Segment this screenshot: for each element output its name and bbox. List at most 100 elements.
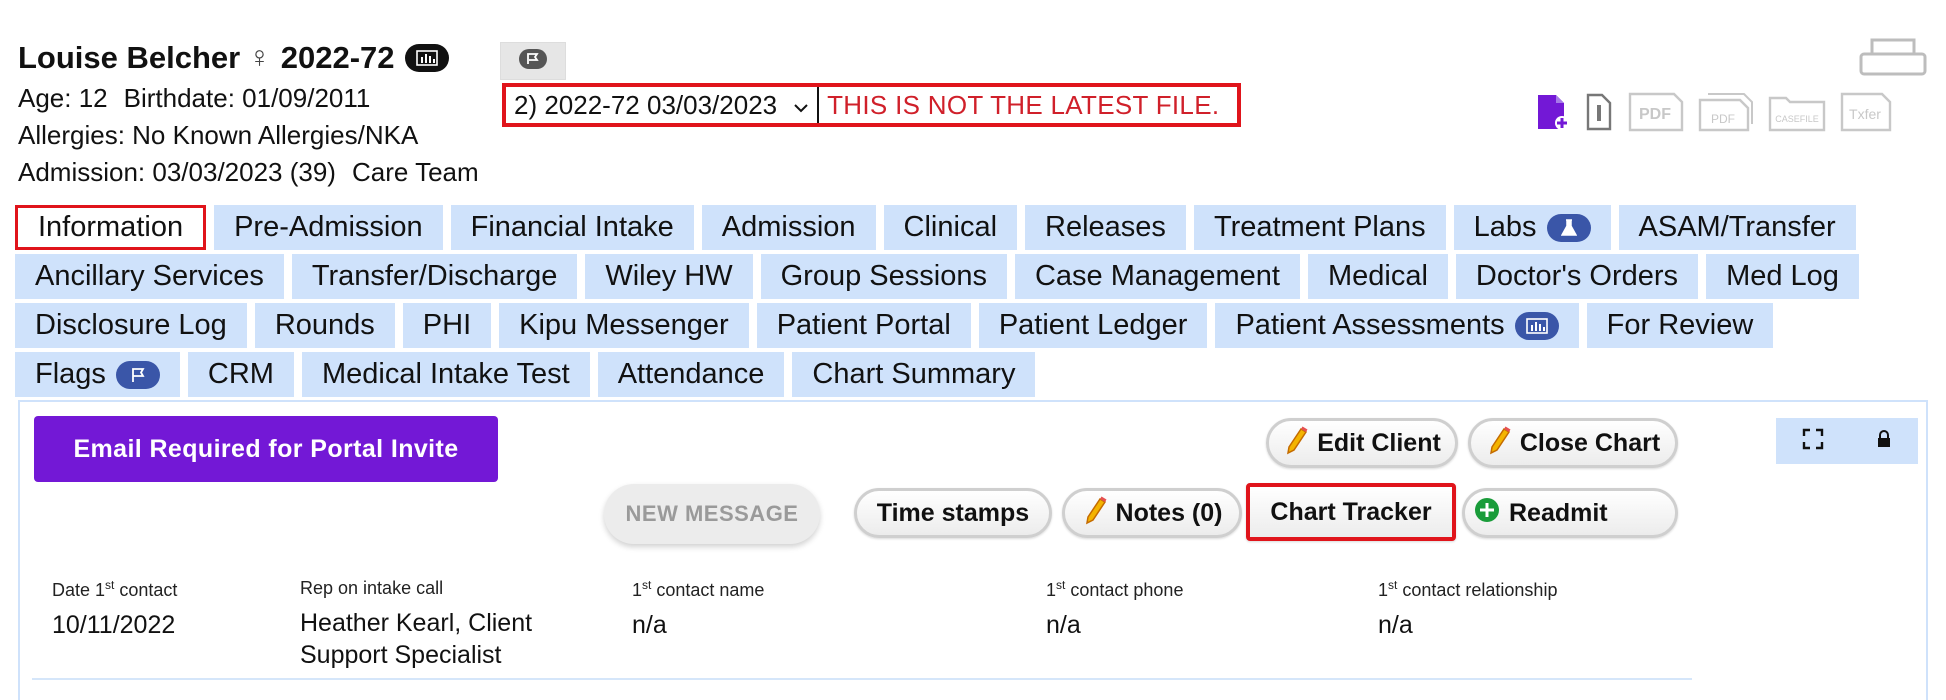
pdf-icon[interactable]: PDF <box>1628 92 1684 132</box>
flag-icon <box>518 48 548 75</box>
chart-tabs: Information Pre-Admission Financial Inta… <box>15 205 1915 401</box>
file-selector[interactable]: 2) 2022-72 03/03/2023 THIS IS NOT THE LA… <box>502 83 1242 127</box>
add-document-icon[interactable] <box>1536 93 1570 131</box>
casefile-icon-label: CASEFILE <box>1775 114 1819 124</box>
tab-rounds[interactable]: Rounds <box>254 303 395 348</box>
file-dropdown-value: 2) 2022-72 03/03/2023 <box>514 89 778 120</box>
tab-wiley-hw[interactable]: Wiley HW <box>585 254 753 299</box>
tab-med-log[interactable]: Med Log <box>1706 254 1859 299</box>
email-required-button[interactable]: Email Required for Portal Invite <box>34 416 498 482</box>
chart-tracker-button[interactable]: Chart Tracker <box>1246 483 1456 541</box>
tab-pre-admission[interactable]: Pre-Admission <box>214 205 443 250</box>
patient-allergies: Allergies: No Known Allergies/NKA <box>18 120 419 150</box>
tab-row-4: Flags CRM Medical Intake Test Attendance… <box>15 352 1915 397</box>
pencil-icon <box>1486 425 1512 462</box>
patient-admission: Admission: 03/03/2023 (39) <box>18 157 336 187</box>
divider <box>32 678 1692 680</box>
tab-releases[interactable]: Releases <box>1025 205 1186 250</box>
close-chart-label: Close Chart <box>1519 428 1661 457</box>
patient-header: Louise Belcher ♀ 2022-72 Age: 12 Birthdat… <box>18 36 479 191</box>
tab-phi[interactable]: PHI <box>402 303 492 348</box>
patient-name: Louise Belcher <box>18 40 241 75</box>
chevron-down-icon <box>793 90 809 121</box>
patient-birthdate: Birthdate: 01/09/2011 <box>123 83 371 113</box>
tab-for-review[interactable]: For Review <box>1586 303 1774 348</box>
time-stamps-button[interactable]: Time stamps <box>854 488 1052 538</box>
printer-icon[interactable] <box>1858 38 1928 83</box>
pencil-icon <box>1082 495 1108 532</box>
pdf-icon-label: PDF <box>1639 106 1671 123</box>
flag-button[interactable] <box>500 42 566 80</box>
transfer-icon-label: Txfer <box>1849 106 1881 122</box>
tab-medical-intake-test[interactable]: Medical Intake Test <box>301 352 590 397</box>
tab-information[interactable]: Information <box>15 205 207 250</box>
close-chart-button[interactable]: Close Chart <box>1468 418 1678 468</box>
tab-medical[interactable]: Medical <box>1307 254 1448 299</box>
tab-doctors-orders[interactable]: Doctor's Orders <box>1455 254 1699 299</box>
tab-row-1: Information Pre-Admission Financial Inta… <box>15 205 1915 250</box>
tab-flags-label: Flags <box>35 358 106 390</box>
tab-kipu-messenger[interactable]: Kipu Messenger <box>499 303 749 348</box>
bar-chart-icon[interactable] <box>404 44 449 72</box>
tab-patient-ledger[interactable]: Patient Ledger <box>978 303 1208 348</box>
tab-transfer-discharge[interactable]: Transfer/Discharge <box>291 254 578 299</box>
notes-button[interactable]: Notes (0) <box>1062 488 1242 538</box>
tab-group-sessions[interactable]: Group Sessions <box>760 254 1007 299</box>
tab-admission[interactable]: Admission <box>701 205 876 250</box>
tab-asam-transfer[interactable]: ASAM/Transfer <box>1618 205 1856 250</box>
tab-crm[interactable]: CRM <box>187 352 294 397</box>
edit-client-label: Edit Client <box>1317 428 1441 457</box>
new-message-button[interactable]: NEW MESSAGE <box>604 484 820 544</box>
tab-treatment-plans[interactable]: Treatment Plans <box>1193 205 1446 250</box>
field-first-contact-phone: 1st contact phone n/a <box>1046 578 1366 641</box>
field-first-contact-name: 1st contact name n/a <box>632 578 952 641</box>
chart-tracker-label: Chart Tracker <box>1270 497 1432 526</box>
casefile-icon[interactable]: CASEFILE <box>1768 92 1826 132</box>
gender-icon: ♀ <box>248 41 271 74</box>
pdf-stack-icon-label: PDF <box>1711 112 1735 126</box>
tab-disclosure-log[interactable]: Disclosure Log <box>15 303 247 348</box>
document-tools: PDF PDF CASEFILE Txfer <box>1536 92 1892 132</box>
readmit-button[interactable]: Readmit <box>1462 488 1678 538</box>
bar-chart-icon <box>1514 311 1559 340</box>
tab-patient-assessments-label: Patient Assessments <box>1235 309 1505 341</box>
tab-clinical[interactable]: Clinical <box>883 205 1018 250</box>
patient-age: Age: 12 <box>18 83 108 113</box>
information-panel: Email Required for Portal Invite Edit Cl… <box>18 400 1928 700</box>
tab-labs-label: Labs <box>1473 211 1537 243</box>
file-warning: THIS IS NOT THE LATEST FILE. <box>827 89 1220 120</box>
tab-case-management[interactable]: Case Management <box>1014 254 1300 299</box>
flag-icon <box>115 360 160 389</box>
tab-financial-intake[interactable]: Financial Intake <box>450 205 694 250</box>
tab-flags[interactable]: Flags <box>15 352 180 397</box>
readmit-label: Readmit <box>1509 498 1608 527</box>
transfer-icon[interactable]: Txfer <box>1840 92 1892 132</box>
field-first-contact-relationship: 1st contact relationship n/a <box>1378 578 1758 641</box>
tab-row-3: Disclosure Log Rounds PHI Kipu Messenger… <box>15 303 1915 348</box>
first-contact-name-value: n/a <box>632 611 667 639</box>
panel-tools <box>1776 418 1918 464</box>
tab-chart-summary[interactable]: Chart Summary <box>792 352 1036 397</box>
pdf-stack-icon[interactable]: PDF <box>1698 92 1754 132</box>
flask-icon <box>1546 213 1591 242</box>
field-rep-on-intake: Rep on intake call Heather Kearl, Client… <box>300 578 570 671</box>
patient-id: 2022-72 <box>280 40 395 75</box>
tab-patient-assessments[interactable]: Patient Assessments <box>1215 303 1579 348</box>
tab-labs[interactable]: Labs <box>1453 205 1611 250</box>
notes-label: Notes (0) <box>1115 498 1223 527</box>
care-team-link[interactable]: Care Team <box>352 157 479 187</box>
first-contact-phone-value: n/a <box>1046 611 1081 639</box>
pencil-icon <box>1283 425 1309 462</box>
tab-attendance[interactable]: Attendance <box>597 352 785 397</box>
rep-on-intake-value: Heather Kearl, Client Support Specialist <box>300 609 533 669</box>
tab-ancillary-services[interactable]: Ancillary Services <box>15 254 284 299</box>
edit-client-button[interactable]: Edit Client <box>1266 418 1458 468</box>
tab-row-2: Ancillary Services Transfer/Discharge Wi… <box>15 254 1915 299</box>
lock-icon[interactable] <box>1876 429 1892 454</box>
file-dropdown[interactable]: 2) 2022-72 03/03/2023 <box>506 87 820 123</box>
tab-patient-portal[interactable]: Patient Portal <box>756 303 971 348</box>
expand-icon[interactable] <box>1802 428 1824 455</box>
plus-circle-icon <box>1473 496 1501 531</box>
first-contact-relationship-value: n/a <box>1378 611 1413 639</box>
document-info-icon[interactable] <box>1584 93 1614 131</box>
